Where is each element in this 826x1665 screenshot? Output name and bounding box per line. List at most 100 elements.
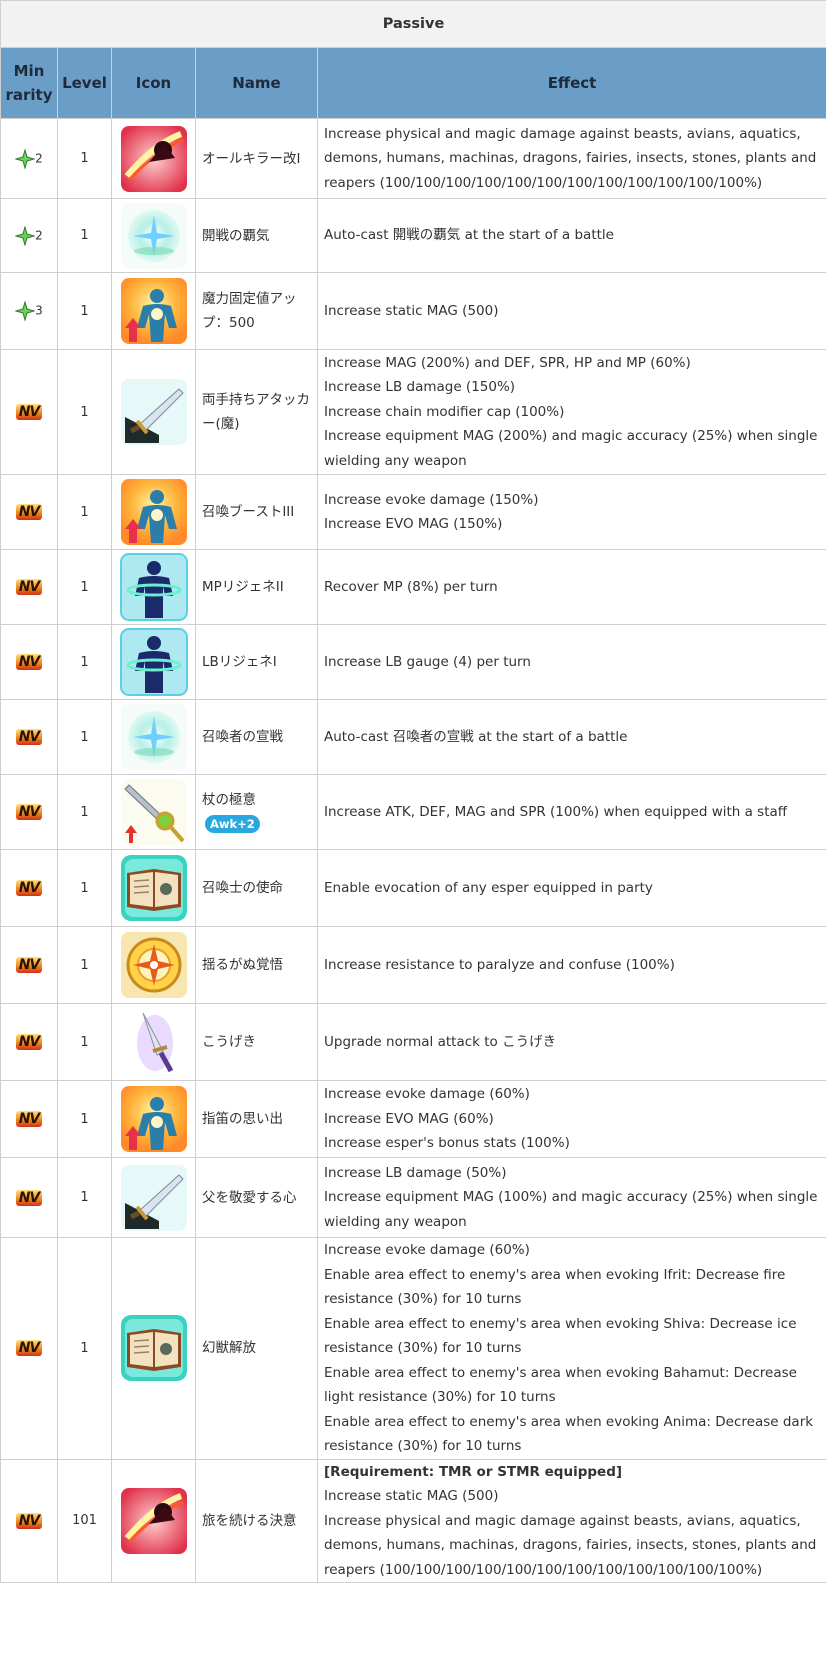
nv-rarity-badge: NV [15,1340,43,1357]
sparkle-orb-icon [119,202,189,269]
icon-cell [111,118,196,199]
effect-line: Increase equipment MAG (200%) and magic … [324,428,818,469]
power-up-figure-icon [119,479,189,545]
effect-cell: Enable evocation of any esper equipped i… [316,849,826,927]
name-cell: 両手持ちアタッカー(魔) [195,349,318,475]
skill-name: 揺るがぬ覚悟 [202,957,283,973]
effect-line: Enable area effect to enemy's area when … [324,1315,797,1357]
skill-name: 召喚士の使命 [202,880,283,896]
nv-rarity-badge: NV [15,1189,43,1206]
rarity-cell: NV [0,699,58,775]
rarity-cell: NV [0,1003,58,1081]
icon-cell [111,926,196,1004]
effect-cell: Increase resistance to paralyze and conf… [316,926,826,1004]
effect-line: Auto-cast 召喚者の宣戦 at the start of a battl… [324,728,628,745]
level-cell: 1 [57,272,112,350]
rarity-cell: 2 [0,118,58,199]
power-up-figure-icon [119,1086,189,1152]
effect-cell: Increase static MAG (500) [316,272,826,350]
rarity-star-icon [15,225,36,246]
effect-cell: Increase evoke damage (60%) Enable area e… [316,1237,826,1460]
icon-cell [111,1080,196,1158]
rarity-cell: NV [0,926,58,1004]
rarity-cell: NV [0,474,58,550]
level-cell: 101 [57,1458,112,1583]
name-cell: 揺るがぬ覚悟 [195,926,318,1004]
col-header-min-rarity: Min rarity [0,47,58,119]
table-row: NV 1 父を敬愛する心 Increase LB damage (50%) Increa… [0,1157,826,1238]
name-cell: オールキラー改I [195,118,318,199]
nv-rarity-badge: NV [15,654,43,670]
effect-line: Recover MP (8%) per turn [324,578,498,595]
name-cell: 開戦の覇気 [195,198,318,273]
name-cell: 幻獣解放 [195,1237,318,1460]
table-row: 3 1 魔力固定値アップ：500 Increase static MAG (500) [0,272,826,350]
sword-icon [119,1164,189,1231]
effect-cell: Auto-cast 召喚者の宣戦 at the start of a battl… [316,699,826,775]
power-up-figure-icon [119,278,189,344]
icon-cell [111,849,196,927]
effect-line: Upgrade normal attack to こうげき [324,1033,557,1050]
nv-rarity-badge: NV [15,804,43,820]
skill-name: LBリジェネI [202,654,277,670]
effect-requirement: [Requirement: TMR or STMR equipped] [324,1463,623,1480]
skill-name: 父を敬愛する心 [202,1189,297,1206]
rarity-star-icon [15,301,36,321]
nv-rarity-badge: NV [15,957,43,973]
nv-rarity-badge: NV [15,1111,43,1127]
col-header-name: Name [195,47,318,119]
skill-name: 魔力固定値アップ：500 [202,291,297,331]
skill-name: 召喚ブーストIII [202,504,295,520]
effect-cell: Increase LB damage (50%) Increase equipme… [316,1157,826,1238]
table-row: NV 1 LBリジェネI Increase LB gauge (4) per turn [0,624,826,700]
effect-line: Increase LB damage (50%) [324,1164,507,1181]
compass-icon [119,932,189,998]
icon-cell [111,1458,196,1583]
skill-name: MPリジェネII [202,579,284,595]
name-cell: 魔力固定値アップ：500 [195,272,318,350]
rarity-cell: NV [0,774,58,850]
nv-rarity-badge: NV [15,880,43,896]
red-slash-icon [119,125,189,192]
name-cell: MPリジェネII [195,549,318,625]
icon-cell [111,1157,196,1238]
icon-cell [111,1003,196,1081]
skill-name: 両手持ちアタッカー(魔) [202,392,310,432]
level-cell: 1 [57,474,112,550]
table-row: NV 1 召喚者の宣戦 Auto-cast 召喚者の宣戦 at the start o… [0,699,826,775]
effect-cell: Increase evoke damage (150%) Increase EVO… [316,474,826,550]
table-row: NV 1 揺るがぬ覚悟 Increase resistance to paralyze… [0,926,826,1004]
effect-line: Enable area effect to enemy's area when … [324,1364,797,1406]
rarity-cell: NV [0,1458,58,1583]
table-row: NV 1 指笛の思い出 Increase evoke damage (60%) Incr… [0,1080,826,1158]
level-cell: 1 [57,624,112,700]
name-cell: こうげき [195,1003,318,1081]
effect-line: Increase evoke damage (60%) [324,1086,530,1103]
effect-line: Enable area effect to enemy's area when … [324,1413,814,1455]
effect-line: Increase EVO MAG (60%) [324,1110,494,1127]
effect-cell: Auto-cast 開戦の覇気 at the start of a battle [316,198,826,273]
level-cell: 1 [57,699,112,775]
rarity-cell: NV [0,624,58,700]
table-row: 2 1 オールキラー改I Increase physical and magic da… [0,118,826,199]
dagger-icon [119,1009,189,1075]
table-row: 2 1 開戦の覇気 Auto-cast 開戦の覇気 at the start of a… [0,198,826,273]
table-row: NV 101 旅を続ける決意 [Requirement: TMR or STMR eq… [0,1458,826,1583]
table-row: NV 1 MPリジェネII Recover MP (8%) per turn [0,549,826,625]
rarity-star-icon [15,148,36,169]
effect-line: Auto-cast 開戦の覇気 at the start of a battle [324,227,614,244]
name-cell: 父を敬愛する心 [195,1157,318,1238]
skill-name: 杖の極意 [202,792,256,808]
effect-cell: Increase LB gauge (4) per turn [316,624,826,700]
icon-cell [111,624,196,700]
icon-cell [111,1237,196,1460]
icon-cell [111,272,196,350]
effect-cell: [Requirement: TMR or STMR equipped] Incre… [316,1458,826,1583]
effect-cell: Increase evoke damage (60%) Increase EVO … [316,1080,826,1158]
rarity-value: 2 [35,151,43,165]
effect-line: Increase esper's bonus stats (100%) [324,1135,570,1152]
icon-cell [111,549,196,625]
icon-cell [111,699,196,775]
level-cell: 1 [57,118,112,199]
table-title: Passive [0,0,826,48]
